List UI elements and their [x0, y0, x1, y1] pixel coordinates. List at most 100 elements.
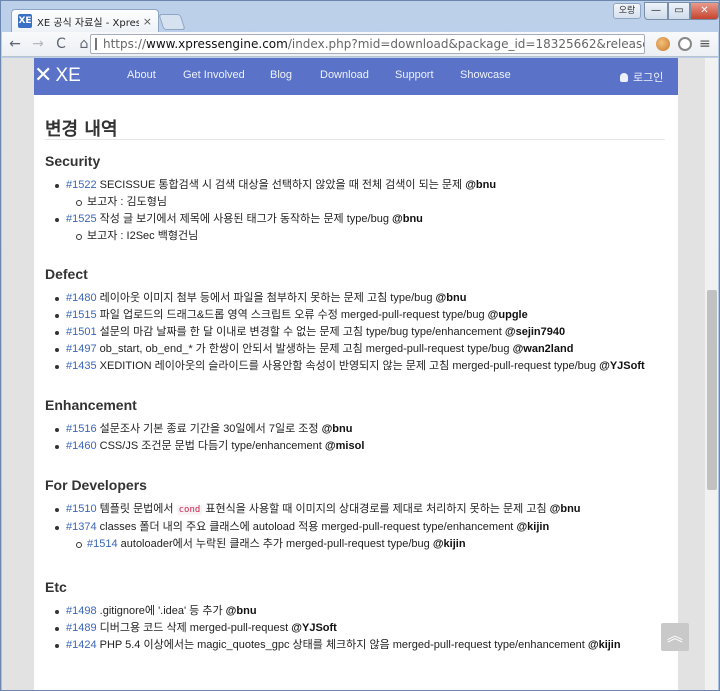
author-mention[interactable]: @misol: [325, 440, 364, 452]
item-text: 템플릿 문법에서: [96, 503, 177, 515]
item-text: ob_start, ob_end_* 가 한쌍이 안되서 발생하는 문제 고침 …: [96, 343, 513, 355]
tab-close-icon[interactable]: ×: [143, 15, 152, 28]
change-list: #1522 SECISSUE 통합검색 시 검색 대상을 선택하지 않았을 때 …: [54, 177, 496, 245]
item-text: 작성 글 보기에서 제목에 사용된 태그가 동작하는 문제 type/bug: [96, 213, 392, 225]
issue-link[interactable]: #1516: [66, 423, 97, 435]
close-window-button[interactable]: ✕: [690, 2, 719, 20]
new-tab-button[interactable]: [158, 14, 186, 30]
forward-arrow-icon[interactable]: →: [28, 34, 48, 54]
author-mention[interactable]: @bnu: [322, 423, 353, 435]
item-text: 표현식을 사용할 때 이미지의 상대경로를 제대로 처리하지 못하는 문제 고침: [202, 503, 550, 515]
list-item: #1497 ob_start, ob_end_* 가 한쌍이 안되서 발생하는 …: [55, 341, 645, 358]
item-text: .gitignore에 '.idea' 등 추가: [96, 605, 226, 617]
issue-link[interactable]: #1497: [66, 343, 97, 355]
list-item: #1480 레이아웃 이미지 첨부 등에서 파일을 첨부하지 못하는 문제 고침…: [55, 290, 645, 307]
author-mention[interactable]: @wan2land: [513, 343, 574, 355]
issue-link[interactable]: #1480: [66, 292, 97, 304]
scrollbar[interactable]: [704, 58, 718, 690]
item-text: 디버그용 코드 삭제 merged-pull-request: [96, 622, 292, 634]
page-viewport: ✕ XE About Get Involved Blog Download Su…: [2, 58, 718, 690]
minimize-button[interactable]: —: [644, 2, 668, 20]
nav-download[interactable]: Download: [320, 69, 369, 81]
issue-link[interactable]: #1435: [66, 360, 97, 372]
section-title: Enhancement: [45, 397, 137, 413]
author-mention[interactable]: @YJSoft: [599, 360, 645, 372]
author-mention[interactable]: @kijin: [516, 521, 549, 533]
item-text: 보고자 : I2Sec 백형건님: [87, 230, 199, 242]
item-text: SECISSUE 통합검색 시 검색 대상을 선택하지 않았을 때 전체 검색이…: [96, 179, 466, 191]
login-link[interactable]: 로그인: [620, 69, 663, 85]
maximize-button[interactable]: ▭: [668, 2, 690, 20]
sub-list-item: 보고자 : 김도형님: [66, 194, 496, 211]
author-mention[interactable]: @bnu: [465, 179, 496, 191]
profile-button[interactable]: 오랑: [613, 3, 641, 19]
issue-link[interactable]: #1510: [66, 503, 97, 515]
nav-about[interactable]: About: [127, 69, 156, 81]
item-text: 설문조사 기본 종료 기간을 30일에서 7일로 조정: [96, 423, 322, 435]
issue-link[interactable]: #1498: [66, 605, 97, 617]
nav-showcase[interactable]: Showcase: [460, 69, 511, 81]
reload-icon[interactable]: C: [51, 34, 71, 54]
back-arrow-icon[interactable]: ←: [5, 34, 25, 54]
issue-link[interactable]: #1460: [66, 440, 97, 452]
author-mention[interactable]: @kijin: [588, 639, 621, 651]
issue-link[interactable]: #1525: [66, 213, 97, 225]
change-list: #1516 설문조사 기본 종료 기간을 30일에서 7일로 조정 @bnu #1…: [54, 421, 364, 455]
browser-toolbar: ← → C ⌂ https://www.xpressengine.com/ind…: [2, 32, 718, 57]
author-mention[interactable]: @kijin: [433, 538, 466, 550]
tab-title: XE 공식 자료실 - XpressE: [37, 17, 139, 29]
nav-blog[interactable]: Blog: [270, 69, 292, 81]
author-mention[interactable]: @upgle: [488, 309, 528, 321]
section-title: For Developers: [45, 477, 147, 493]
xe-logo[interactable]: ✕ XE: [34, 64, 81, 88]
list-item: #1522 SECISSUE 통합검색 시 검색 대상을 선택하지 않았을 때 …: [54, 177, 496, 194]
browser-window: XE XE 공식 자료실 - XpressE × 오랑 — ▭ ✕ ← → C …: [0, 0, 720, 691]
change-list: #1480 레이아웃 이미지 첨부 등에서 파일을 첨부하지 못하는 문제 고침…: [55, 290, 645, 375]
item-text: 레이아웃 이미지 첨부 등에서 파일을 첨부하지 못하는 문제 고침 type/…: [96, 292, 436, 304]
change-list: #1498 .gitignore에 '.idea' 등 추가 @bnu #1489…: [55, 603, 621, 654]
author-mention[interactable]: @bnu: [436, 292, 467, 304]
list-item: #1460 CSS/JS 조건문 문법 다듬기 type/enhancement…: [54, 438, 364, 455]
section-title: Security: [45, 153, 101, 169]
issue-link[interactable]: #1514: [87, 538, 118, 550]
item-text: classes 폴더 내의 주요 클래스에 autoload 적용 merged…: [96, 521, 517, 533]
url-text: https://www.xpressengine.com/index.php?m…: [103, 37, 644, 51]
person-icon: [620, 73, 628, 82]
author-mention[interactable]: @YJSoft: [291, 622, 337, 634]
list-item: #1515 파일 업로드의 드래그&드롭 영역 스크립트 오류 수정 merge…: [55, 307, 645, 324]
nav-support[interactable]: Support: [395, 69, 434, 81]
scroll-to-top-button[interactable]: ︽: [661, 623, 689, 651]
list-item: #1435 XEDITION 레이아웃의 슬라이드를 사용안함 속성이 반영되지…: [55, 358, 645, 375]
xe-logo-icon: ✕: [34, 63, 53, 88]
list-item: #1424 PHP 5.4 이상에서는 magic_quotes_gpc 상태를…: [55, 637, 621, 654]
item-text: XEDITION 레이아웃의 슬라이드를 사용안함 속성이 반영되지 않는 문제…: [96, 360, 600, 372]
nav-get-involved[interactable]: Get Involved: [183, 69, 245, 81]
address-bar[interactable]: https://www.xpressengine.com/index.php?m…: [90, 34, 645, 54]
list-item: #1516 설문조사 기본 종료 기간을 30일에서 7일로 조정 @bnu: [54, 421, 364, 438]
issue-link[interactable]: #1424: [66, 639, 97, 651]
issue-link[interactable]: #1522: [66, 179, 97, 191]
issue-link[interactable]: #1489: [66, 622, 97, 634]
menu-icon[interactable]: ≡: [699, 36, 711, 52]
browser-tab[interactable]: XE XE 공식 자료실 - XpressE ×: [11, 9, 159, 32]
section-title: Defect: [45, 266, 88, 282]
issue-link[interactable]: #1501: [66, 326, 97, 338]
page-title: 변경 내역: [45, 119, 118, 140]
scroll-thumb[interactable]: [707, 290, 717, 490]
issue-link[interactable]: #1374: [66, 521, 97, 533]
cookie-extension-icon[interactable]: [656, 37, 670, 51]
list-item: #1374 classes 폴더 내의 주요 클래스에 autoload 적용 …: [55, 519, 581, 536]
author-mention[interactable]: @bnu: [392, 213, 423, 225]
list-item: #1498 .gitignore에 '.idea' 등 추가 @bnu: [55, 603, 621, 620]
item-text: PHP 5.4 이상에서는 magic_quotes_gpc 상태를 체크하지 …: [96, 639, 588, 651]
inline-code: cond: [176, 505, 203, 515]
author-mention[interactable]: @bnu: [550, 503, 581, 515]
issue-link[interactable]: #1515: [66, 309, 97, 321]
author-mention[interactable]: @bnu: [226, 605, 257, 617]
page-content: 변경 내역 Security #1522 SECISSUE 통합검색 시 검색 대…: [34, 95, 678, 690]
item-text: autoloader에서 누락된 클래스 추가 merged-pull-requ…: [117, 538, 433, 550]
author-mention[interactable]: @sejin7940: [505, 326, 565, 338]
item-text: 파일 업로드의 드래그&드롭 영역 스크립트 오류 수정 merged-pull…: [96, 309, 488, 321]
list-item: #1501 설문의 마감 날짜를 한 달 이내로 변경할 수 없는 문제 고침 …: [55, 324, 645, 341]
extension-icon[interactable]: [678, 37, 692, 51]
